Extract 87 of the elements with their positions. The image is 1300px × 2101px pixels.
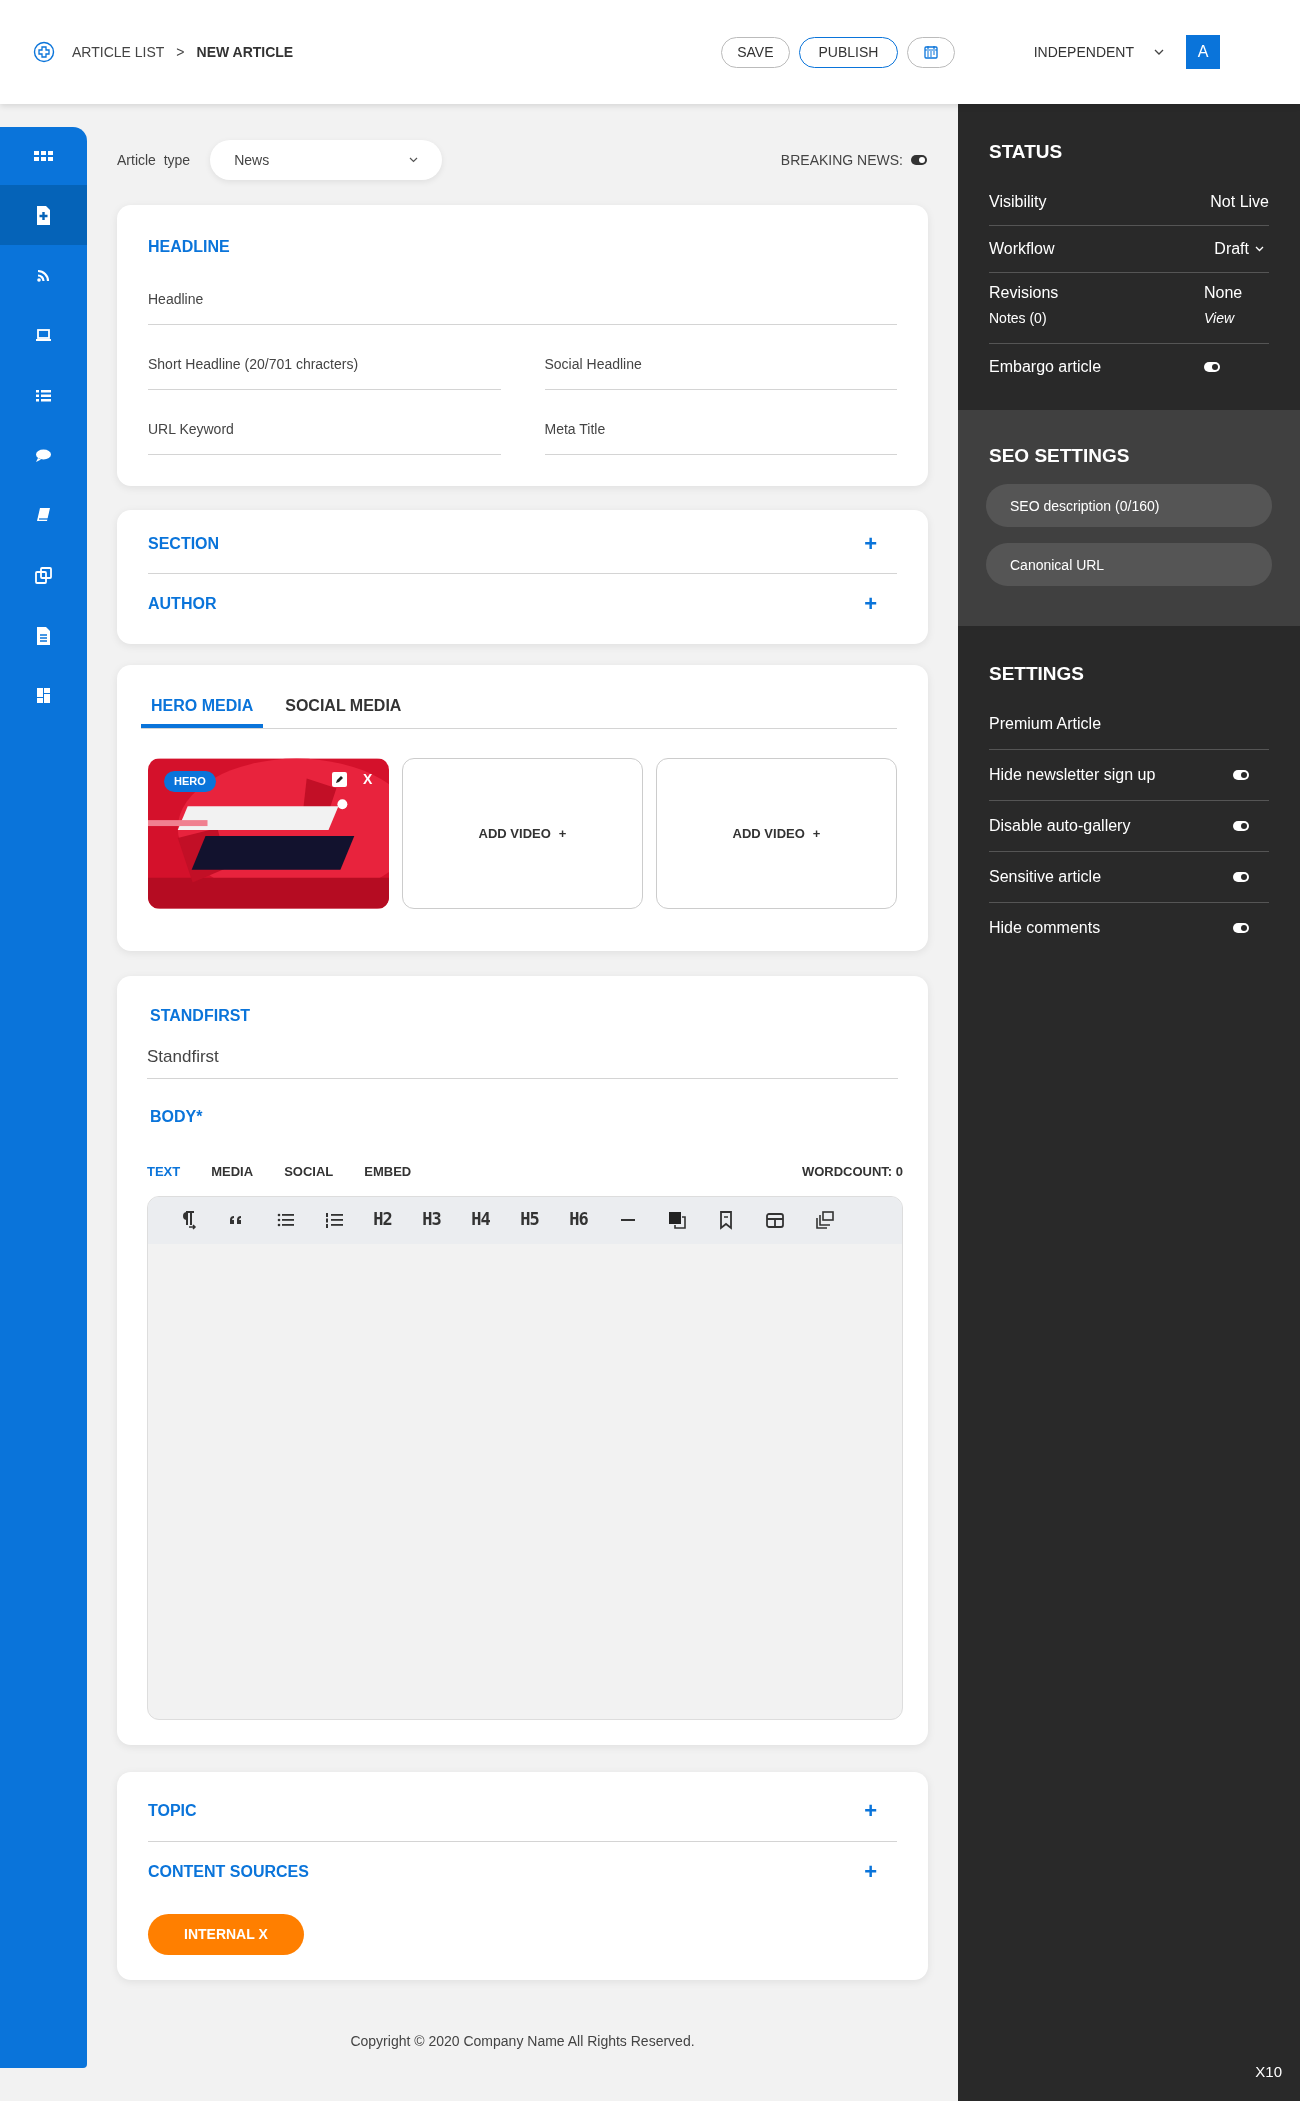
section-title: HEADLINE [148,237,231,257]
remove-button[interactable]: X [363,769,373,790]
edit-button[interactable] [332,772,347,787]
article-type-select[interactable]: News [210,140,443,180]
panel-title: STATUS [989,140,1064,164]
setting-label: Hide newsletter sign up [989,764,1156,785]
article-type-label: Article type [117,150,191,170]
media-tab[interactable]: SOCIAL MEDIA [275,687,412,728]
setting-label: Disable auto-gallery [989,815,1131,836]
chevron-down-icon [1255,245,1264,252]
panel-title: SETTINGS [989,662,1085,686]
breaking-news-label: BREAKING NEWS: [780,150,903,170]
breadcrumb-current: NEW ARTICLE [196,42,294,62]
section-title: AUTHOR [148,594,217,614]
toggle-switch[interactable] [1233,871,1249,882]
input-field[interactable]: SEO description (0/160) [986,484,1272,527]
toggle-switch[interactable] [1204,361,1220,372]
word-count: WORDCOUNT: 0 [801,1163,903,1181]
media-tab[interactable]: HERO MEDIA [141,687,264,728]
view-link[interactable]: View [1204,308,1269,329]
heading-button[interactable]: H5 [505,1205,554,1235]
block-icon [666,1210,687,1230]
editor-area[interactable]: H2 H3 H4 H5 H6 [147,1195,903,1720]
section-title: SECTION [148,533,220,554]
toggle-switch[interactable] [1233,820,1249,831]
breadcrumb-link[interactable]: > [176,41,185,63]
numbered-list-icon [323,1210,344,1230]
add-button[interactable]: + [864,1860,877,1883]
gallery-icon [813,1210,834,1230]
toggle-switch[interactable] [911,155,927,165]
input-field[interactable]: Standfirst [147,1036,898,1079]
editor-tab[interactable]: TEXT [147,1162,181,1182]
table-icon [764,1210,785,1230]
section-title: CONTENT SOURCES [148,1861,309,1882]
chevron-down-icon [409,157,419,163]
setting-label: Premium Article [989,713,1102,734]
input-field[interactable]: Canonical URL [986,543,1272,586]
field-value: None [1204,282,1244,303]
field-label: Visibility [989,191,1047,212]
add-button[interactable]: + [864,1800,877,1822]
editor-tab[interactable]: MEDIA [211,1162,254,1182]
breadcrumb-link[interactable]: ARTICLE LIST [72,41,165,63]
save-button[interactable]: SAVE [721,36,790,68]
corner-label: X10 [1255,2061,1282,2082]
input-field[interactable]: Headline [148,283,897,325]
field-label: Workflow [989,238,1055,259]
heading-button[interactable]: H3 [407,1205,456,1235]
section-title: STANDFIRST [150,1006,252,1026]
publish-button[interactable]: PUBLISH [798,36,899,68]
sidebar-item[interactable] [0,185,87,245]
field-label: Revisions [989,282,1059,303]
heading-button[interactable]: H6 [554,1205,603,1235]
grid-icon [34,151,53,161]
toggle-switch[interactable] [1233,923,1249,933]
chevron-down-icon [1154,49,1164,55]
copyright-text: Copyright © 2020 Company Name All Rights Reserved. [349,2031,696,2051]
add-button[interactable]: + [864,593,877,615]
hero-badge: HERO [164,771,216,792]
calendar-button[interactable] [907,36,956,68]
section-title: BODY* [150,1107,204,1127]
toggle-switch[interactable] [1233,769,1249,780]
add-circle-icon [33,41,55,63]
setting-label: Hide comments [989,918,1101,938]
add-video-button[interactable]: ADD VIDEO + [402,758,643,909]
setting-label: Sensitive article [989,866,1102,887]
editor-tab[interactable]: SOCIAL [284,1162,334,1182]
input-field[interactable]: Social Headline [544,348,897,390]
calendar-icon [924,45,939,59]
field-label: Notes (0) [989,309,1047,328]
pencil-icon [335,775,344,784]
field-value: Not Live [1210,191,1269,212]
editor-tab[interactable]: EMBED [364,1162,412,1182]
panel-title: SEO SETTINGS [989,443,1131,468]
input-field[interactable]: Meta Title [544,413,897,455]
workflow-dropdown[interactable]: Draft [1214,236,1264,261]
input-field[interactable]: URL Keyword [148,413,501,455]
copy-icon [33,564,54,586]
field-label: Embargo article [989,356,1102,377]
input-field[interactable]: Short Headline (20/701 chracters) [148,348,501,390]
add-button[interactable]: + [864,532,877,555]
horizontal-rule-icon [620,1219,635,1221]
publication-dropdown[interactable]: INDEPENDENT [1033,41,1164,63]
heading-button[interactable]: H4 [456,1205,505,1235]
section-title: TOPIC [148,1801,197,1821]
add-video-button[interactable]: ADD VIDEO + [656,758,897,909]
heading-button[interactable]: H2 [358,1205,407,1235]
avatar-button[interactable]: A [1186,35,1220,69]
